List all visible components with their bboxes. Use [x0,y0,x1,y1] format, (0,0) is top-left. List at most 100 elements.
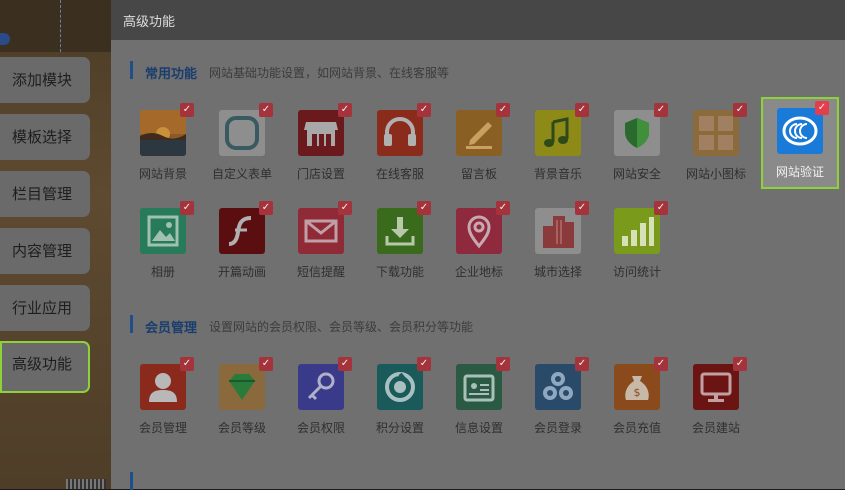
feature-guestbook[interactable]: ✓ 留言板 [440,99,518,195]
feature-label: 网站安全 [612,167,661,181]
side-menu-add-module[interactable]: 添加模块 [0,57,90,103]
music-note-icon [535,110,581,156]
check-icon: ✓ [338,201,352,215]
side-menu-industry[interactable]: 行业应用 [0,285,90,331]
monitor-icon [693,364,739,410]
check-icon: ✓ [180,103,194,117]
feature-site-security[interactable]: ✓ 网站安全 [598,99,676,195]
feature-intro-animation[interactable]: ✓ 开篇动画 [203,197,281,293]
modal-header: 高级功能 [111,0,845,40]
side-menu-advanced[interactable]: 高级功能 [0,341,90,393]
check-icon: ✓ [338,357,352,371]
feature-label: 短信提醒 [296,265,345,279]
check-icon: ✓ [575,201,589,215]
feature-store-settings[interactable]: ✓ 门店设置 [282,99,360,195]
feature-city-select[interactable]: ✓ 城市选择 [519,197,597,293]
section-marker [130,315,133,333]
side-menu-label: 高级功能 [12,355,73,373]
check-icon: ✓ [733,357,747,371]
side-menu-label: 模板选择 [12,128,73,146]
feature-label: 会员充值 [612,421,661,435]
feature-member-level[interactable]: ✓ 会员等级 [203,353,281,449]
section-title-member: 会员管理 [145,321,198,336]
feature-label: 背景音乐 [533,167,582,181]
social-login-icon [535,364,581,410]
svg-text:$: $ [634,386,641,399]
side-menu-columns[interactable]: 栏目管理 [0,171,90,217]
feature-label: 会员等级 [217,421,266,435]
bar-stats-icon [614,208,660,254]
flash-icon [219,208,265,254]
side-menu-label: 栏目管理 [12,185,73,203]
section-marker [130,472,133,490]
pencil-note-icon [456,110,502,156]
section-title-common: 常用功能 [145,67,198,82]
points-ring-icon [377,364,423,410]
side-menu-label: 添加模块 [12,71,73,89]
feature-member-permission[interactable]: ✓ 会员权限 [282,353,360,449]
feature-online-service[interactable]: ✓ 在线客服 [361,99,439,195]
feature-label: 企业地标 [454,265,503,279]
map-pin-icon [456,208,502,254]
feature-custom-form[interactable]: ✓ 自定义表单 [203,99,281,195]
feature-member-login[interactable]: ✓ 会员登录 [519,353,597,449]
check-icon: ✓ [259,103,273,117]
check-icon: ✓ [496,103,510,117]
check-icon: ✓ [654,103,668,117]
rounded-square-icon [219,110,265,156]
feature-label: 会员建站 [691,421,740,435]
feature-site-background[interactable]: ✓ 网站背景 [124,99,202,195]
feature-label: 开篇动画 [217,265,266,279]
diamond-icon [219,364,265,410]
feature-member-site-building[interactable]: ✓ 会员建站 [677,353,755,449]
section-desc-common: 网站基础功能设置，如网站背景、在线客服等 [209,66,450,80]
user-icon [140,364,186,410]
feature-sms-reminder[interactable]: ✓ 短信提醒 [282,197,360,293]
side-menu-label: 内容管理 [12,242,73,260]
section-desc-member: 设置网站的会员权限、会员等级、会员积分等功能 [209,320,474,334]
feature-label: 积分设置 [375,421,424,435]
key-icon [298,364,344,410]
feature-info-settings[interactable]: ✓ 信息设置 [440,353,518,449]
id-card-icon [456,364,502,410]
section-marker [130,61,133,79]
feature-member-management[interactable]: ✓ 会员管理 [124,353,202,449]
check-icon: ✓ [259,357,273,371]
check-icon: ✓ [417,201,431,215]
feature-label: 会员权限 [296,421,345,435]
icon-grid-icon [693,110,739,156]
background-dashed-guide [60,0,101,52]
check-icon: ✓ [259,201,273,215]
check-icon: ✓ [417,103,431,117]
feature-favicon[interactable]: ✓ 网站小图标 [677,99,755,195]
feature-label: 门店设置 [296,167,345,181]
check-icon: ✓ [733,103,747,117]
feature-label: 信息设置 [454,421,503,435]
feature-site-verification[interactable]: ✓ 网站验证 [761,97,839,189]
feature-label: 城市选择 [533,265,582,279]
side-menu-content[interactable]: 内容管理 [0,228,90,274]
money-bag-icon: $ [614,364,660,410]
check-icon: ✓ [496,357,510,371]
check-icon: ✓ [815,101,829,115]
feature-label: 访问统计 [612,265,661,279]
feature-label: 下载功能 [375,265,424,279]
feature-points-settings[interactable]: ✓ 积分设置 [361,353,439,449]
modal-title: 高级功能 [123,15,176,30]
feature-label: 在线客服 [375,167,424,181]
feature-album[interactable]: ✓ 相册 [124,197,202,293]
feature-member-recharge[interactable]: $ ✓ 会员充值 [598,353,676,449]
feature-company-landmark[interactable]: ✓ 企业地标 [440,197,518,293]
photo-album-icon [140,208,186,254]
check-icon: ✓ [654,201,668,215]
landscape-icon [140,110,186,156]
feature-download[interactable]: ✓ 下载功能 [361,197,439,293]
feature-visit-stats[interactable]: ✓ 访问统计 [598,197,676,293]
feature-background-music[interactable]: ✓ 背景音乐 [519,99,597,195]
side-menu-label: 行业应用 [12,299,73,317]
side-menu-template[interactable]: 模板选择 [0,114,90,160]
download-icon [377,208,423,254]
feature-label: 网站背景 [138,167,187,181]
check-icon: ✓ [496,201,510,215]
background-barcode [66,479,106,489]
